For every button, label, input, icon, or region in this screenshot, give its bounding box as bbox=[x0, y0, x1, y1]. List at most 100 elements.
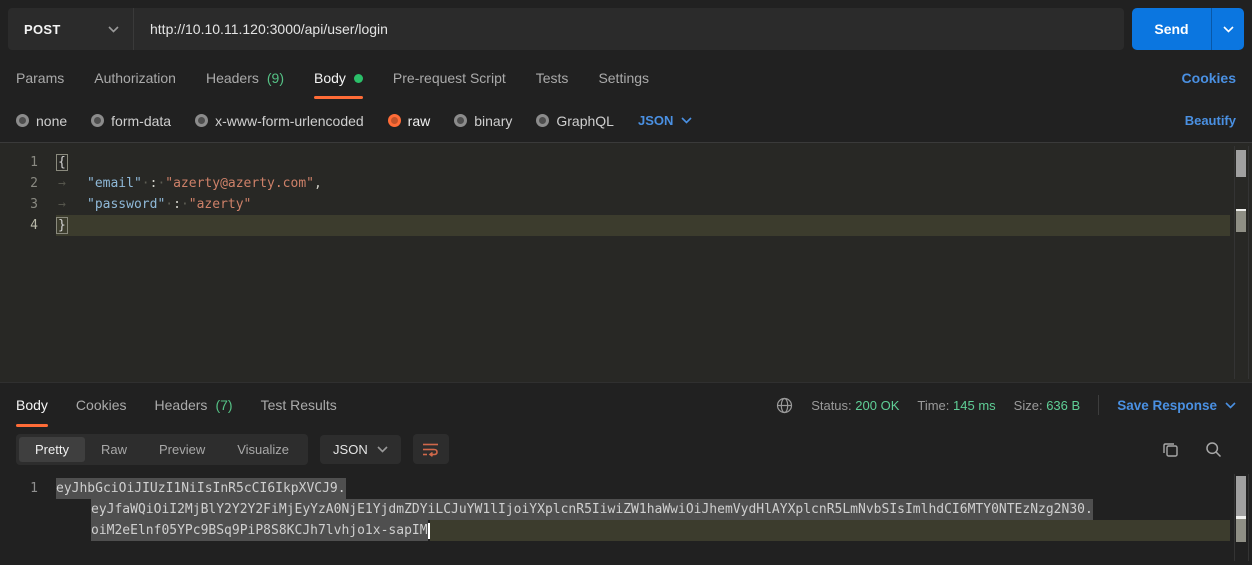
size-label: Size: bbox=[1014, 398, 1043, 413]
json-value: "azerty@azerty.com" bbox=[165, 173, 314, 194]
response-line-1-wrap-b: oiM2eElnf05YPc9BSq9PiP8S8KCJh7lvhjo1x-sa… bbox=[0, 520, 1252, 541]
copy-icon[interactable] bbox=[1162, 441, 1179, 458]
mode-form-data-label: form-data bbox=[111, 113, 171, 129]
tab-settings-label: Settings bbox=[598, 70, 649, 86]
size-badge: Size: 636 B bbox=[1014, 398, 1081, 413]
request-body-editor[interactable]: 1 { 2 → "email" · : · "azerty@azerty.com… bbox=[0, 142, 1252, 382]
response-view-bar: Pretty Raw Preview Visualize JSON bbox=[0, 427, 1252, 471]
editor-scrollbar-thumb[interactable] bbox=[1236, 150, 1246, 177]
save-response-label: Save Response bbox=[1117, 398, 1217, 413]
editor-scrollbar-track bbox=[1234, 146, 1249, 379]
response-tab-body[interactable]: Body bbox=[16, 383, 48, 427]
space-dot: · bbox=[181, 194, 189, 215]
response-tab-headers[interactable]: Headers (7) bbox=[155, 383, 233, 427]
send-chevron-icon bbox=[1223, 26, 1234, 33]
response-tab-cookies[interactable]: Cookies bbox=[76, 383, 127, 427]
response-scrollbar-thumb[interactable] bbox=[1236, 476, 1246, 542]
response-tab-cookies-label: Cookies bbox=[76, 397, 127, 413]
time-badge: Time: 145 ms bbox=[917, 398, 995, 413]
send-button[interactable]: Send bbox=[1132, 8, 1211, 50]
tab-params-label: Params bbox=[16, 70, 64, 86]
search-icon[interactable] bbox=[1205, 441, 1222, 458]
api-client-window: { "colors": { "accent_orange": "#ff6c37"… bbox=[0, 0, 1252, 565]
editor-line-1: 1 { bbox=[0, 152, 1252, 173]
save-response-button[interactable]: Save Response bbox=[1117, 398, 1236, 413]
url-text: http://10.10.11.120:3000/api/user/login bbox=[150, 21, 388, 37]
method-chevron-icon bbox=[108, 26, 119, 33]
json-key: "password" bbox=[87, 194, 165, 215]
response-header: Body Cookies Headers (7) Test Results St… bbox=[0, 383, 1252, 427]
mode-x-www-form-urlencoded[interactable]: x-www-form-urlencoded bbox=[195, 113, 364, 129]
status-label: Status: bbox=[811, 398, 851, 413]
mode-raw[interactable]: raw bbox=[388, 113, 431, 129]
line-number: 1 bbox=[0, 152, 56, 173]
mode-none[interactable]: none bbox=[16, 113, 67, 129]
response-body-viewer[interactable]: 1 eyJhbGciOiJIUzI1NiIsInR5cCI6IkpXVCJ9. … bbox=[0, 471, 1252, 564]
mode-urlencoded-label: x-www-form-urlencoded bbox=[215, 113, 364, 129]
divider bbox=[1098, 395, 1099, 415]
format-chevron-icon bbox=[377, 446, 388, 453]
save-response-chevron-icon bbox=[1225, 402, 1236, 409]
mode-graphql-label: GraphQL bbox=[556, 113, 614, 129]
beautify-link[interactable]: Beautify bbox=[1185, 113, 1236, 128]
response-tab-headers-count: (7) bbox=[215, 397, 232, 413]
mode-form-data[interactable]: form-data bbox=[91, 113, 171, 129]
radio-icon bbox=[16, 114, 29, 127]
response-tab-test-results[interactable]: Test Results bbox=[261, 383, 337, 427]
cookies-link[interactable]: Cookies bbox=[1182, 70, 1236, 86]
tab-headers[interactable]: Headers (9) bbox=[206, 57, 284, 99]
language-label: JSON bbox=[638, 113, 673, 128]
tab-authorization[interactable]: Authorization bbox=[94, 57, 176, 99]
tab-pre-request-script[interactable]: Pre-request Script bbox=[393, 57, 506, 99]
mode-graphql[interactable]: GraphQL bbox=[536, 113, 614, 129]
editor-line-4-active: 4 } bbox=[0, 215, 1252, 236]
mode-binary[interactable]: binary bbox=[454, 113, 512, 129]
tab-headers-label: Headers bbox=[206, 70, 259, 86]
radio-icon bbox=[91, 114, 104, 127]
tab-headers-count: (9) bbox=[267, 70, 284, 86]
response-tab-headers-label: Headers bbox=[155, 397, 208, 413]
send-options-button[interactable] bbox=[1211, 8, 1244, 50]
url-input[interactable]: http://10.10.11.120:3000/api/user/login bbox=[134, 8, 1124, 50]
tab-pre-request-label: Pre-request Script bbox=[393, 70, 506, 86]
language-selector[interactable]: JSON bbox=[638, 113, 692, 128]
size-value: 636 B bbox=[1046, 398, 1080, 413]
wrap-text-icon bbox=[422, 442, 439, 457]
mode-raw-label: raw bbox=[408, 113, 431, 129]
response-view-tabs: Pretty Raw Preview Visualize bbox=[16, 434, 308, 465]
view-tab-visualize[interactable]: Visualize bbox=[221, 437, 305, 462]
response-format-selector[interactable]: JSON bbox=[320, 435, 401, 464]
view-tab-preview[interactable]: Preview bbox=[143, 437, 221, 462]
tab-params[interactable]: Params bbox=[16, 57, 64, 99]
mode-binary-label: binary bbox=[474, 113, 512, 129]
method-label: POST bbox=[24, 22, 61, 37]
radio-icon bbox=[195, 114, 208, 127]
response-format-label: JSON bbox=[333, 442, 368, 457]
request-tabs: Params Authorization Headers (9) Body Pr… bbox=[0, 57, 1252, 99]
tab-whitespace-marker: → bbox=[56, 173, 87, 194]
view-tab-pretty[interactable]: Pretty bbox=[19, 437, 85, 462]
space-dot: · bbox=[165, 194, 173, 215]
tab-settings[interactable]: Settings bbox=[598, 57, 649, 99]
editor-cursor-line-marker bbox=[1236, 209, 1246, 232]
tab-body-label: Body bbox=[314, 70, 346, 86]
json-key: "email" bbox=[87, 173, 142, 194]
tab-authorization-label: Authorization bbox=[94, 70, 176, 86]
time-label: Time: bbox=[917, 398, 949, 413]
tab-tests[interactable]: Tests bbox=[536, 57, 569, 99]
view-tab-raw[interactable]: Raw bbox=[85, 437, 143, 462]
json-colon: : bbox=[150, 173, 158, 194]
active-line-highlight bbox=[430, 520, 1230, 541]
network-globe-icon[interactable] bbox=[776, 397, 793, 414]
response-line-1: 1 eyJhbGciOiJIUzI1NiIsInR5cCI6IkpXVCJ9. bbox=[0, 478, 1252, 499]
json-value: "azerty" bbox=[189, 194, 252, 215]
radio-selected-icon bbox=[388, 114, 401, 127]
response-panel: Body Cookies Headers (7) Test Results St… bbox=[0, 382, 1252, 564]
wrap-text-button[interactable] bbox=[413, 434, 449, 464]
json-colon: : bbox=[173, 194, 181, 215]
tab-body[interactable]: Body bbox=[314, 57, 363, 99]
jwt-token-part-1: eyJhbGciOiJIUzI1NiIsInR5cCI6IkpXVCJ9. bbox=[56, 478, 346, 499]
response-line-1-wrap-a: eyJfaWQiOiI2MjBlY2Y2Y2FiMjEyYzA0NjE1Yjdm… bbox=[0, 499, 1252, 520]
send-split-button: Send bbox=[1132, 8, 1244, 50]
method-selector[interactable]: POST bbox=[8, 8, 134, 50]
